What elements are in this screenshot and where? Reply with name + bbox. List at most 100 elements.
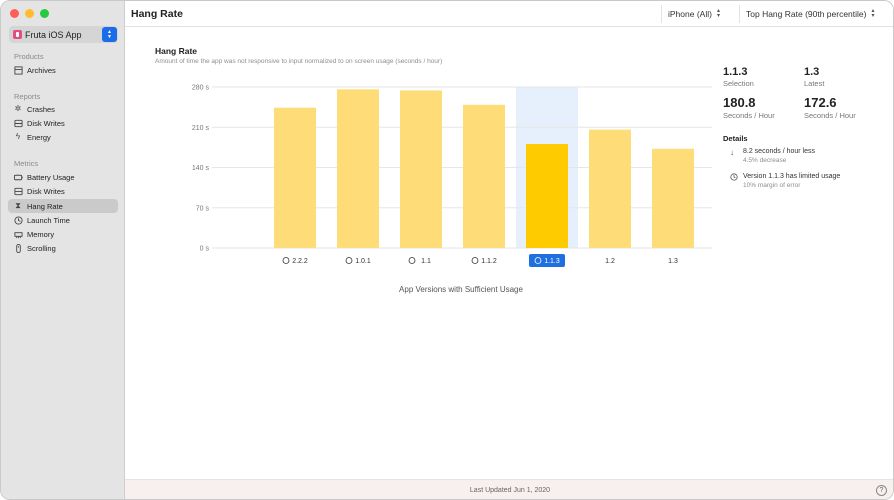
chart-subtitle: Amount of time the app was not responsiv… <box>155 58 443 65</box>
help-button[interactable]: ? <box>876 485 887 496</box>
sidebar-item-battery-usage[interactable]: Battery Usage <box>8 170 118 184</box>
chevron-updown-icon[interactable]: ▲ ▼ <box>102 27 117 42</box>
section-metrics: Metrics <box>14 159 39 168</box>
detail-sub: 4.5% decrease <box>743 157 787 164</box>
sidebar-item-label: Archives <box>27 65 56 75</box>
app-window: Fruta iOS App ▲ ▼ Products Archives Repor… <box>0 0 894 500</box>
close-window-button[interactable] <box>10 9 19 18</box>
sidebar-item-launch-time[interactable]: Launch Time <box>8 213 118 227</box>
sidebar-item-label: Energy <box>27 132 51 142</box>
minimize-window-button[interactable] <box>25 9 34 18</box>
latest-version-stat: 1.3 Latest <box>804 66 824 88</box>
disk-icon <box>13 118 23 128</box>
latest-value: 172.6 <box>804 95 837 110</box>
chevron-updown-icon: ▴ ▾ <box>871 8 875 19</box>
latest-version: 1.3 <box>804 66 820 78</box>
bar-1.3[interactable] <box>652 148 694 248</box>
selection-unit: Seconds / Hour <box>723 111 775 120</box>
clock-icon <box>13 215 23 225</box>
sidebar-item-energy[interactable]: ϟ Energy <box>8 130 118 144</box>
archive-icon <box>13 65 23 75</box>
y-tick-label: 140 s <box>192 165 210 172</box>
scroll-icon <box>13 243 23 253</box>
bar-1.1.2[interactable] <box>463 104 505 248</box>
sidebar-item-label: Disk Writes <box>27 186 65 196</box>
sidebar-item-archives[interactable]: Archives <box>8 63 118 77</box>
window-controls <box>10 9 49 18</box>
sidebar-item-label: Scrolling <box>27 243 56 253</box>
status-footer: Last Updated Jun 1, 2020 ? <box>125 479 893 499</box>
battery-icon <box>13 172 23 182</box>
crash-icon: ✲ <box>14 104 22 113</box>
app-name: Fruta iOS App <box>25 29 82 40</box>
app-icon <box>13 30 22 39</box>
disk-icon <box>13 186 23 196</box>
sidebar-item-disk-writes[interactable]: Disk Writes <box>8 184 118 198</box>
selection-version-stat: 1.1.3 Selection <box>723 66 754 88</box>
latest-label: Latest <box>804 79 825 88</box>
sidebar-item-label: Crashes <box>27 104 55 114</box>
zoom-window-button[interactable] <box>40 9 49 18</box>
sidebar-item-hang-rate[interactable]: ⧗ Hang Rate <box>8 199 118 213</box>
sidebar: Fruta iOS App ▲ ▼ Products Archives Repor… <box>1 1 125 499</box>
section-products: Products <box>14 52 44 61</box>
y-tick-label: 280 s <box>192 85 210 92</box>
detail-limited-usage: Version 1.1.3 has limited usage 10% marg… <box>730 173 840 189</box>
x-tick-label[interactable]: 1.1.3 <box>544 258 560 265</box>
chart-title: Hang Rate <box>155 46 198 56</box>
detail-main: 8.2 seconds / hour less <box>743 148 815 155</box>
bar-2.2.2[interactable] <box>274 107 316 248</box>
percentile-dropdown-label: Top Hang Rate (90th percentile) <box>746 9 867 19</box>
sidebar-item-label: Disk Writes <box>27 118 65 128</box>
memory-icon <box>13 229 23 239</box>
toolbar: Hang Rate iPhone (All) ▴ ▾ Top Hang Rate … <box>125 1 893 27</box>
x-tick-label[interactable]: 1.0.1 <box>355 258 371 265</box>
bar-1.1.3[interactable] <box>526 144 568 248</box>
x-tick-label[interactable]: 2.2.2 <box>292 258 308 265</box>
bar-1.0.1[interactable] <box>337 89 379 248</box>
bar-1.1[interactable] <box>400 90 442 248</box>
x-tick-label[interactable]: 1.1 <box>421 258 431 265</box>
x-tick-label[interactable]: 1.1.2 <box>481 258 497 265</box>
hang-rate-chart: 280 s 210 s 140 s 70 s 0 s 2.2.2 1.0.1 1.1 1.1.2… <box>192 85 712 267</box>
last-updated-text: Last Updated Jun 1, 2020 <box>469 487 551 494</box>
selection-label: Selection <box>723 79 754 88</box>
y-tick-label: 70 s <box>196 205 210 212</box>
sidebar-item-label: Battery Usage <box>27 172 75 182</box>
section-reports: Reports <box>14 92 41 101</box>
app-selector[interactable]: Fruta iOS App ▲ ▼ <box>9 26 118 43</box>
sidebar-item-label: Hang Rate <box>27 201 63 211</box>
selection-version: 1.1.3 <box>723 66 748 78</box>
sidebar-item-label: Launch Time <box>27 215 70 225</box>
sidebar-item-crashes[interactable]: ✲ Crashes <box>8 102 118 116</box>
clock-icon <box>408 257 416 264</box>
sidebar-item-memory[interactable]: Memory <box>8 227 118 241</box>
bolt-icon: ϟ <box>15 132 21 141</box>
latest-unit: Seconds / Hour <box>804 111 856 120</box>
y-tick-label: 210 s <box>192 125 210 132</box>
x-tick-label[interactable]: 1.2 <box>605 258 615 265</box>
sidebar-item-disk-writes-report[interactable]: Disk Writes <box>8 116 118 130</box>
detail-decrease: ↓ 8.2 seconds / hour less 4.5% decrease <box>730 148 815 164</box>
device-dropdown-label: iPhone (All) <box>668 9 712 19</box>
sidebar-item-scrolling[interactable]: Scrolling <box>8 241 118 255</box>
clock-icon <box>282 257 290 264</box>
sidebar-item-label: Memory <box>27 229 55 239</box>
percentile-dropdown[interactable]: Top Hang Rate (90th percentile) ▴ ▾ <box>739 5 881 23</box>
x-axis-caption: App Versions with Sufficient Usage <box>399 285 523 294</box>
bar-1.2[interactable] <box>589 129 631 248</box>
y-tick-label: 0 s <box>200 246 210 253</box>
selection-value-stat: 180.8 Seconds / Hour <box>723 95 775 120</box>
hourglass-icon: ⧗ <box>15 201 21 210</box>
latest-value-stat: 172.6 Seconds / Hour <box>804 95 856 120</box>
detail-sub: 10% margin of error <box>743 182 801 189</box>
arrow-down-icon: ↓ <box>730 148 734 157</box>
x-tick-label[interactable]: 1.3 <box>668 258 678 265</box>
details-heading: Details <box>723 134 748 143</box>
detail-main: Version 1.1.3 has limited usage <box>743 173 841 180</box>
clock-icon <box>471 257 479 264</box>
info-clock-icon <box>730 173 740 189</box>
device-dropdown[interactable]: iPhone (All) ▴ ▾ <box>661 5 726 23</box>
page-title: Hang Rate <box>131 8 183 20</box>
chevron-updown-icon: ▴ ▾ <box>716 8 720 19</box>
